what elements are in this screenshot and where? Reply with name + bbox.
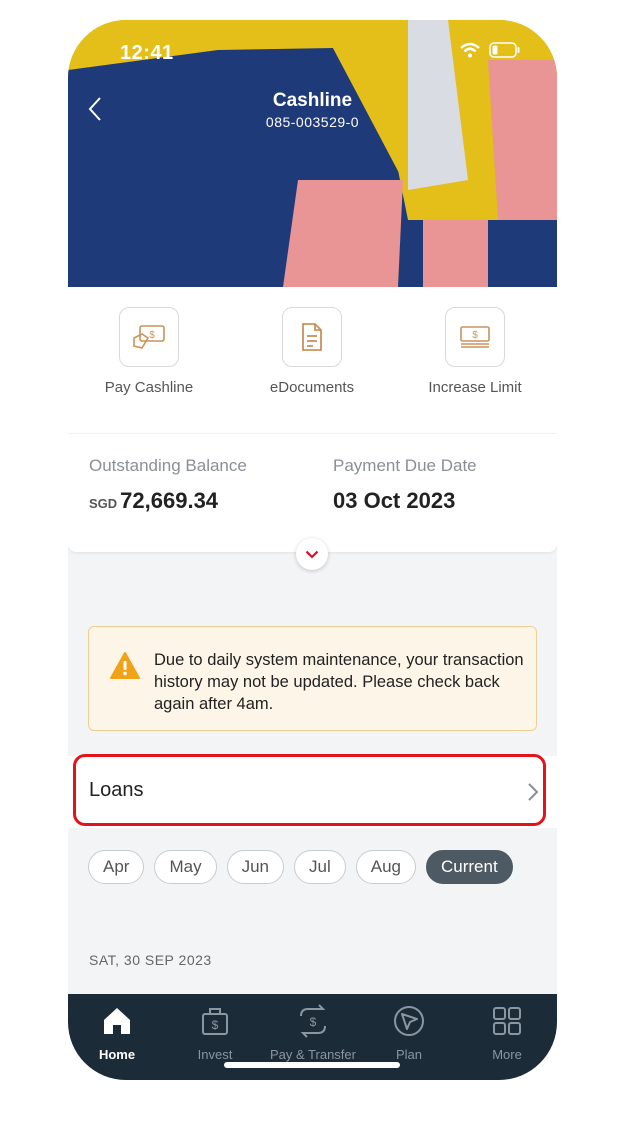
- compass-icon: [394, 1006, 424, 1036]
- tab-home-label: Home: [98, 1047, 136, 1062]
- banknote-icon: $: [460, 326, 490, 348]
- tab-invest[interactable]: $ Invest: [166, 1004, 264, 1062]
- status-icons: [459, 42, 521, 58]
- month-pill-jul[interactable]: Jul: [294, 850, 346, 884]
- tab-pay-transfer-label: Pay & Transfer: [270, 1047, 356, 1062]
- svg-text:$: $: [472, 330, 478, 341]
- page-title: Cashline: [272, 90, 353, 111]
- tab-more-label: More: [492, 1047, 522, 1062]
- expand-details-button[interactable]: [296, 538, 328, 570]
- month-pill-current[interactable]: Current: [426, 850, 513, 884]
- wifi-icon: [460, 42, 480, 58]
- svg-text:$: $: [310, 1015, 317, 1029]
- currency-code: SGD: [89, 496, 118, 511]
- warning-icon: [110, 652, 140, 679]
- notice-text: Due to daily system maintenance, your tr…: [154, 651, 524, 713]
- tab-invest-label: Invest: [197, 1047, 233, 1062]
- home-indicator: [224, 1062, 400, 1068]
- home-icon: [104, 1008, 130, 1034]
- pay-cashline-label: Pay Cashline: [104, 379, 194, 396]
- outstanding-balance-label: Outstanding Balance: [89, 456, 247, 475]
- tab-more[interactable]: More: [458, 1004, 556, 1062]
- moneybag-icon: $: [202, 1008, 228, 1035]
- grid-icon: [493, 1007, 521, 1035]
- loans-label: Loans: [89, 779, 144, 801]
- balance-card: Outstanding Balance SGD 72,669.34 Payment…: [68, 434, 557, 552]
- cash-icon: $: [133, 325, 165, 349]
- svg-text:$: $: [212, 1018, 219, 1032]
- tab-home[interactable]: Home: [68, 1004, 166, 1062]
- payment-due-date-value: 03 Oct 2023: [333, 488, 456, 513]
- pay-cashline-button[interactable]: $ Pay Cashline: [69, 307, 229, 396]
- chevron-right-icon: [528, 783, 539, 801]
- outstanding-balance-value: SGD 72,669.34: [89, 488, 218, 514]
- tab-plan-label: Plan: [395, 1047, 423, 1062]
- status-time: 12:41: [120, 42, 174, 64]
- account-number: 085-003529-0: [265, 114, 360, 130]
- transaction-date-header: SAT, 30 SEP 2023: [89, 952, 212, 968]
- month-pill-apr[interactable]: Apr: [88, 850, 145, 884]
- transfer-icon: $: [300, 1004, 326, 1038]
- tab-pay-transfer[interactable]: $ Pay & Transfer: [264, 1004, 362, 1062]
- svg-text:$: $: [149, 330, 155, 341]
- edocuments-label: eDocuments: [269, 379, 355, 396]
- tab-plan[interactable]: Plan: [360, 1004, 458, 1062]
- battery-icon: [489, 42, 520, 58]
- increase-limit-label: Increase Limit: [428, 379, 522, 396]
- month-pill-jun[interactable]: Jun: [226, 850, 285, 884]
- quick-actions: $ Pay Cashline eDocuments $ Increase Lim…: [68, 287, 557, 433]
- month-pill-may[interactable]: May: [154, 850, 217, 884]
- edocuments-button[interactable]: eDocuments: [232, 307, 392, 396]
- increase-limit-button[interactable]: $ Increase Limit: [395, 307, 555, 396]
- payment-due-date-label: Payment Due Date: [333, 456, 477, 475]
- document-icon: [302, 323, 322, 351]
- month-filter: Apr May Jun Jul Aug Current: [88, 850, 513, 884]
- phone-screen: 12:41 Cashline 085-003529-0 $ Pay Cashli…: [68, 20, 557, 1080]
- loans-row[interactable]: Loans: [68, 756, 557, 828]
- month-pill-aug[interactable]: Aug: [355, 850, 416, 884]
- maintenance-notice: Due to daily system maintenance, your tr…: [88, 626, 537, 731]
- outstanding-amount: 72,669.34: [120, 488, 219, 513]
- chevron-down-icon: [305, 550, 319, 559]
- header-banner: 12:41 Cashline 085-003529-0: [68, 20, 557, 287]
